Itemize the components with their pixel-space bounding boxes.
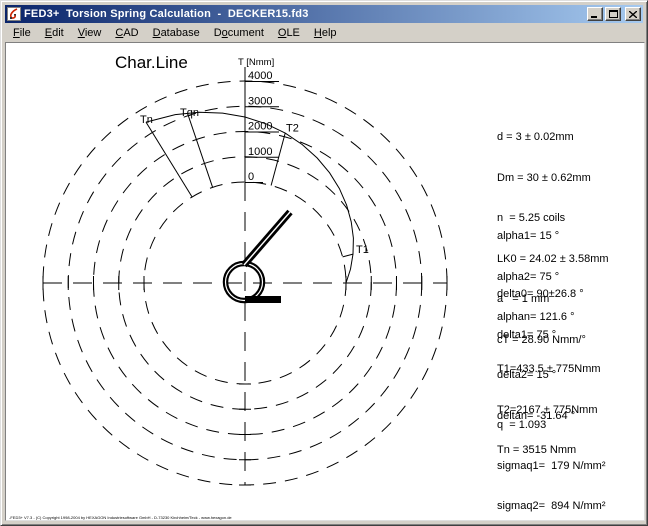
param-line: Dm = 30 ± 0.62mm — [497, 172, 609, 186]
torsion-spring-drawing — [226, 212, 291, 301]
tick-4000: 4000 — [248, 70, 272, 82]
label-T2: T2 — [286, 123, 299, 135]
param-line: T1=433.5 ± 775Nmm — [497, 363, 601, 377]
chart-title: Char.Line — [115, 53, 188, 72]
param-line: delta0= 90±26.8 ° — [497, 288, 584, 302]
label-Tn: Tn — [140, 114, 153, 126]
tick-2000: 2000 — [248, 121, 272, 133]
param-line: alpha1= 15 ° — [497, 230, 575, 244]
statusbar-fineprint: -FED3+ V7.3 - (C) Copyright 1998-2004 by… — [9, 515, 232, 520]
param-line: sigmaq2= 894 N/mm² — [497, 500, 606, 514]
stress-values: q = 1.093 sigmaq1= 179 N/mm² sigmaq2= 89… — [497, 392, 606, 526]
torque-axis-label: T [Nmm] — [238, 57, 274, 68]
label-T1: T1 — [356, 244, 369, 256]
param-line: q = 1.093 — [497, 419, 606, 433]
torque-marker-lines — [146, 113, 353, 257]
tick-0: 0 — [248, 171, 254, 183]
tick-3000: 3000 — [248, 96, 272, 108]
param-line: d = 3 ± 0.02mm — [497, 131, 609, 145]
label-Tqn: Tqn — [180, 107, 199, 119]
app-window: FED3+ Torsion Spring Calculation - DECKE… — [0, 0, 648, 526]
tick-1000: 1000 — [248, 146, 272, 158]
param-line: sigmaq1= 179 N/mm² — [497, 460, 606, 474]
